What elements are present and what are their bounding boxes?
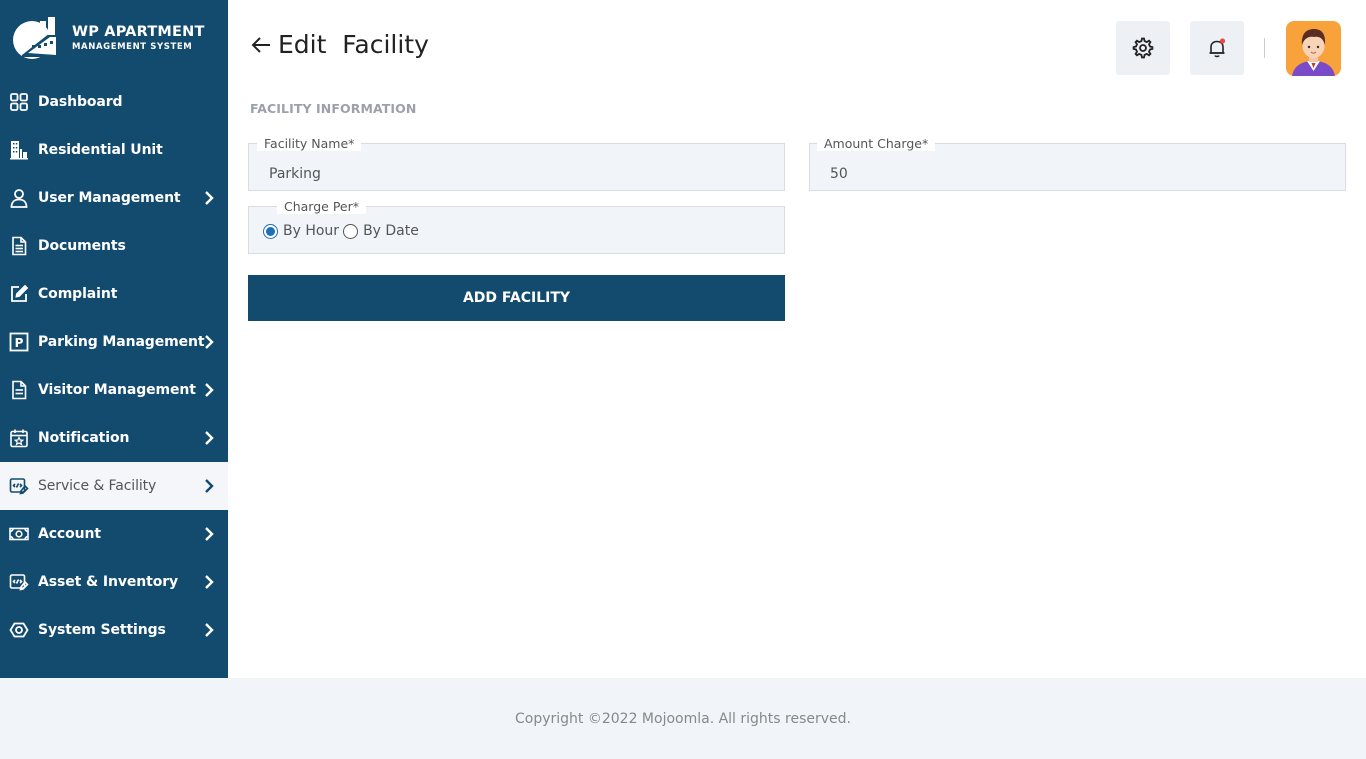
gear-icon	[1132, 37, 1154, 59]
document-icon	[8, 235, 30, 257]
chevron-right-icon	[205, 575, 214, 589]
sidebar-item-visitor-management[interactable]: Visitor Management	[0, 366, 228, 414]
sidebar-item-notification[interactable]: Notification	[0, 414, 228, 462]
charge-per-radio-group: By Hour By Date	[263, 223, 423, 239]
sidebar-item-label: Notification	[38, 430, 130, 446]
sidebar-item-label: User Management	[38, 190, 181, 206]
svg-text:P: P	[15, 336, 24, 350]
amount-charge-input[interactable]	[810, 144, 1345, 190]
charge-per-label: Charge Per*	[277, 199, 366, 214]
footer: Copyright ©2022 Mojoomla. All rights res…	[0, 678, 1366, 759]
facility-name-input[interactable]	[249, 144, 784, 190]
by-date-label[interactable]: By Date	[363, 223, 419, 239]
settings-button[interactable]	[1116, 21, 1170, 75]
sidebar: WP APARTMENT MANAGEMENT SYSTEM Dashboard…	[0, 0, 228, 678]
sidebar-item-label: Parking Management	[38, 334, 205, 350]
notification-button[interactable]	[1190, 21, 1244, 75]
edit-icon	[8, 283, 30, 305]
chevron-right-icon	[205, 191, 214, 205]
sidebar-menu: Dashboard Residential Unit User Manageme…	[0, 78, 228, 654]
service-icon	[8, 475, 30, 497]
sidebar-item-complaint[interactable]: Complaint	[0, 270, 228, 318]
section-title: FACILITY INFORMATION	[250, 101, 417, 116]
chevron-right-icon	[205, 623, 214, 637]
sidebar-item-asset-inventory[interactable]: Asset & Inventory	[0, 558, 228, 606]
amount-charge-field: Amount Charge*	[809, 136, 1346, 191]
avatar[interactable]	[1286, 21, 1341, 76]
sidebar-item-label: Documents	[38, 238, 126, 254]
sidebar-item-account[interactable]: Account	[0, 510, 228, 558]
app-logo[interactable]: WP APARTMENT MANAGEMENT SYSTEM	[10, 14, 220, 62]
grid-icon	[8, 91, 30, 113]
calendar-star-icon	[8, 427, 30, 449]
chevron-right-icon	[205, 527, 214, 541]
user-icon	[8, 187, 30, 209]
sidebar-item-label: Visitor Management	[38, 382, 196, 398]
page-title: Edit Facility	[278, 30, 429, 59]
building-logo-icon	[10, 15, 66, 61]
logo-title: WP APARTMENT	[72, 23, 205, 40]
facility-name-field: Facility Name*	[248, 136, 785, 191]
sidebar-item-residential-unit[interactable]: Residential Unit	[0, 126, 228, 174]
chevron-right-icon	[205, 335, 214, 349]
sidebar-item-label: Asset & Inventory	[38, 574, 179, 590]
eye-settings-icon	[8, 619, 30, 641]
user-avatar-icon	[1292, 29, 1335, 76]
copyright-text: Copyright ©2022 Mojoomla. All rights res…	[514, 710, 851, 727]
file-list-icon	[8, 379, 30, 401]
by-hour-radio[interactable]	[263, 223, 278, 239]
sidebar-item-dashboard[interactable]: Dashboard	[0, 78, 228, 126]
header-divider	[1264, 38, 1265, 58]
sidebar-item-label: Residential Unit	[38, 142, 163, 158]
by-hour-label[interactable]: By Hour	[283, 223, 339, 239]
back-arrow-icon[interactable]	[250, 34, 272, 56]
parking-icon: P	[8, 331, 30, 353]
sidebar-item-label: Complaint	[38, 286, 118, 302]
logo-subtitle: MANAGEMENT SYSTEM	[72, 42, 193, 52]
bell-icon	[1209, 38, 1226, 58]
sidebar-item-label: System Settings	[38, 622, 166, 638]
sidebar-item-parking-management[interactable]: P Parking Management	[0, 318, 228, 366]
page-header: Edit Facility	[250, 30, 429, 59]
sidebar-item-label: Dashboard	[38, 94, 123, 110]
sidebar-item-documents[interactable]: Documents	[0, 222, 228, 270]
inventory-icon	[8, 571, 30, 593]
sidebar-item-label: Account	[38, 526, 101, 542]
money-icon	[8, 523, 30, 545]
chevron-right-icon	[205, 479, 214, 493]
sidebar-item-service-facility[interactable]: Service & Facility	[0, 462, 228, 510]
chevron-right-icon	[205, 431, 214, 445]
chevron-right-icon	[205, 383, 214, 397]
sidebar-item-system-settings[interactable]: System Settings	[0, 606, 228, 654]
sidebar-item-label: Service & Facility	[38, 478, 157, 494]
add-facility-button[interactable]: ADD FACILITY	[248, 275, 785, 321]
by-date-radio[interactable]	[343, 223, 359, 239]
charge-per-field: Charge Per* By Hour By Date	[248, 199, 785, 254]
building-icon	[8, 139, 30, 161]
sidebar-item-user-management[interactable]: User Management	[0, 174, 228, 222]
